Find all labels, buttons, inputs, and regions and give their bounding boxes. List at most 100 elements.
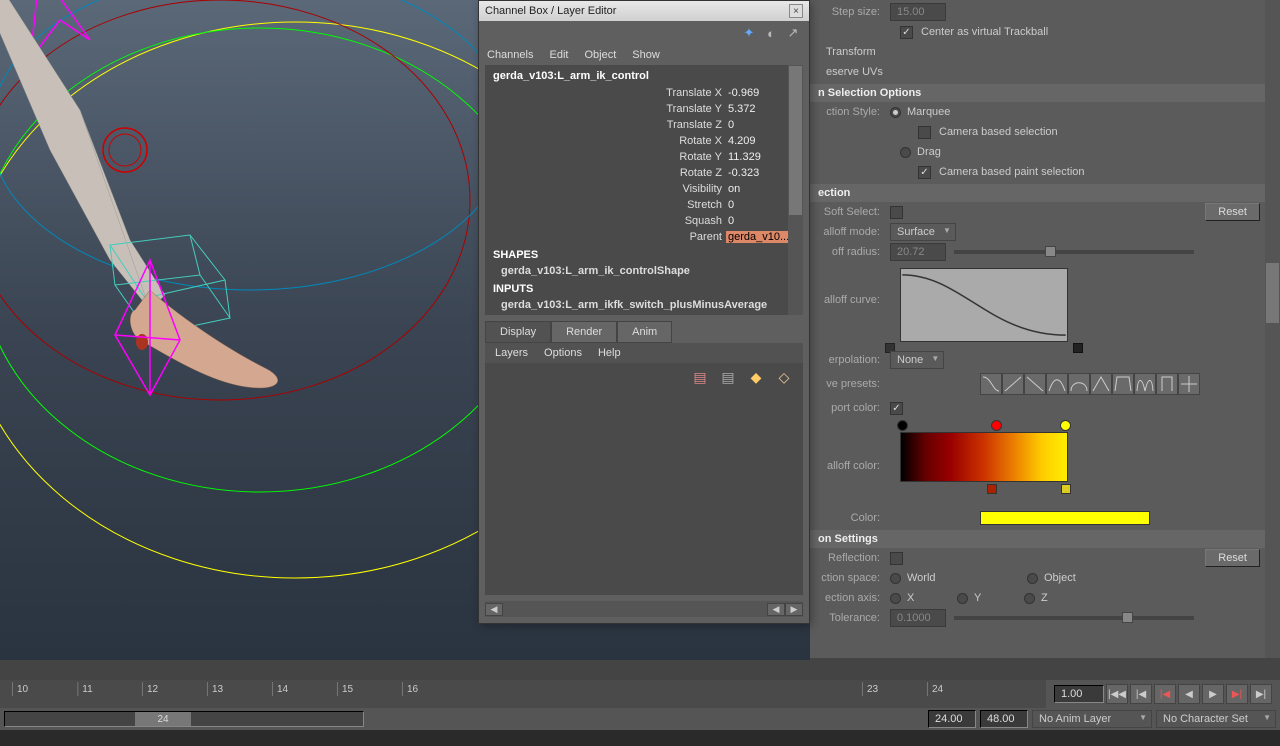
layer-icon-2[interactable]: ▤ [719, 369, 737, 385]
reflection-settings-section[interactable]: on Settings [810, 530, 1280, 548]
scroll-right-icon[interactable]: ▶ [785, 603, 803, 616]
expand-icon[interactable]: ↗ [785, 25, 801, 41]
attr-label[interactable]: Squash [485, 215, 726, 227]
attr-label[interactable]: Translate Y [485, 103, 726, 115]
character-set-dropdown[interactable]: No Character Set [1156, 710, 1276, 728]
window-titlebar[interactable]: Channel Box / Layer Editor × [479, 1, 809, 21]
tolerance-slider[interactable] [954, 616, 1194, 620]
range-start-field[interactable]: 24.00 [928, 710, 976, 728]
curve-preset-4[interactable] [1046, 373, 1068, 395]
attr-label[interactable]: Visibility [485, 183, 726, 195]
curve-preset-2[interactable] [1002, 373, 1024, 395]
falloff-radius-slider[interactable] [954, 250, 1194, 254]
gradient-handle-right[interactable] [1061, 484, 1071, 494]
sync-icon[interactable]: ◐ [763, 25, 779, 41]
channel-scrollbar[interactable] [788, 65, 803, 315]
layer-icon-3[interactable]: ◆ [747, 369, 765, 385]
object-radio[interactable] [1027, 573, 1038, 584]
anim-layer-dropdown[interactable]: No Anim Layer [1032, 710, 1152, 728]
attr-label[interactable]: Rotate X [485, 135, 726, 147]
go-to-start-button[interactable]: |◀◀ [1106, 684, 1128, 704]
port-color-checkbox[interactable] [890, 402, 903, 415]
step-back-key-button[interactable]: |◀ [1130, 684, 1152, 704]
step-forward-key-button[interactable]: ▶| [1250, 684, 1272, 704]
selection-options-section[interactable]: n Selection Options [810, 84, 1280, 102]
layer-icon-1[interactable]: ▤ [691, 369, 709, 385]
y-axis-radio[interactable] [957, 593, 968, 604]
world-radio[interactable] [890, 573, 901, 584]
object-menu[interactable]: Object [584, 49, 616, 61]
step-size-field[interactable]: 15.00 [890, 3, 946, 21]
interpolation-dropdown[interactable]: None [890, 351, 944, 369]
curve-preset-3[interactable] [1024, 373, 1046, 395]
input-node[interactable]: gerda_v103:L_arm_ikfk_switch_plusMinusAv… [485, 297, 788, 313]
x-axis-radio[interactable] [890, 593, 901, 604]
curve-preset-5[interactable] [1068, 373, 1090, 395]
tolerance-field[interactable]: 0.1000 [890, 609, 946, 627]
selected-object-name[interactable]: gerda_v103:L_arm_ik_control [485, 67, 788, 85]
soft-select-reset-button[interactable]: Reset [1205, 203, 1260, 221]
shape-node[interactable]: gerda_v103:L_arm_ik_controlShape [485, 263, 788, 279]
attr-value[interactable]: 11.329 [726, 151, 788, 163]
attr-label[interactable]: Rotate Y [485, 151, 726, 163]
center-trackball-checkbox[interactable] [900, 26, 913, 39]
marquee-radio[interactable] [890, 107, 901, 118]
layer-icon-4[interactable]: ◇ [775, 369, 793, 385]
gradient-handle-mid[interactable] [987, 484, 997, 494]
range-handle[interactable]: 24 [135, 712, 191, 726]
soft-select-checkbox[interactable] [890, 206, 903, 219]
channels-menu[interactable]: Channels [487, 49, 533, 61]
attr-value[interactable]: 5.372 [726, 103, 788, 115]
z-axis-radio[interactable] [1024, 593, 1035, 604]
curve-preset-7[interactable] [1112, 373, 1134, 395]
color-swatch[interactable] [980, 511, 1150, 525]
attr-value[interactable]: 4.209 [726, 135, 788, 147]
options-menu[interactable]: Options [544, 347, 582, 359]
drag-radio[interactable] [900, 147, 911, 158]
curve-preset-9[interactable] [1156, 373, 1178, 395]
curve-preset-1[interactable] [980, 373, 1002, 395]
attr-label[interactable]: Stretch [485, 199, 726, 211]
play-backward-button[interactable]: ◀ [1178, 684, 1200, 704]
curve-preset-10[interactable] [1178, 373, 1200, 395]
soft-selection-section[interactable]: ection [810, 184, 1280, 202]
gradient-stop-black[interactable] [897, 420, 908, 431]
step-back-frame-button[interactable]: |◀ [1154, 684, 1176, 704]
range-end-field[interactable]: 48.00 [980, 710, 1028, 728]
attr-value[interactable]: gerda_v10... [726, 231, 788, 243]
curve-handle-right[interactable] [1073, 343, 1083, 353]
attr-value[interactable]: 0 [726, 215, 788, 227]
gradient-stop-red[interactable] [991, 420, 1002, 431]
attr-value[interactable]: 0 [726, 199, 788, 211]
gradient-stop-yellow[interactable] [1060, 420, 1071, 431]
layers-menu[interactable]: Layers [495, 347, 528, 359]
attr-value[interactable]: on [726, 183, 788, 195]
show-menu[interactable]: Show [632, 49, 660, 61]
falloff-color-gradient[interactable] [900, 432, 1068, 482]
close-icon[interactable]: × [789, 4, 803, 18]
attr-value[interactable]: -0.323 [726, 167, 788, 179]
time-slider[interactable]: 101112131415162324 1.00 |◀◀ |◀ |◀ ◀ ▶ ▶|… [0, 680, 1280, 708]
scroll-left-icon[interactable]: ◀ [485, 603, 503, 616]
reflection-reset-button[interactable]: Reset [1205, 549, 1260, 567]
reflection-checkbox[interactable] [890, 552, 903, 565]
curve-preset-8[interactable] [1134, 373, 1156, 395]
help-menu[interactable]: Help [598, 347, 621, 359]
anim-tab[interactable]: Anim [617, 321, 672, 343]
edit-menu[interactable]: Edit [549, 49, 568, 61]
play-forward-button[interactable]: ▶ [1202, 684, 1224, 704]
scroll-inner-left-icon[interactable]: ◀ [767, 603, 785, 616]
attr-label[interactable]: Translate Z [485, 119, 726, 131]
curve-preset-6[interactable] [1090, 373, 1112, 395]
display-tab[interactable]: Display [485, 321, 551, 343]
camera-based-paint-checkbox[interactable] [918, 166, 931, 179]
panel-scrollbar[interactable] [1265, 0, 1280, 658]
manipulator-icon[interactable]: ✦ [741, 25, 757, 41]
attr-label[interactable]: Parent [485, 231, 726, 243]
attr-label[interactable]: Rotate Z [485, 167, 726, 179]
attr-label[interactable]: Translate X [485, 87, 726, 99]
attr-value[interactable]: 0 [726, 119, 788, 131]
attr-value[interactable]: -0.969 [726, 87, 788, 99]
render-tab[interactable]: Render [551, 321, 617, 343]
falloff-mode-dropdown[interactable]: Surface [890, 223, 956, 241]
